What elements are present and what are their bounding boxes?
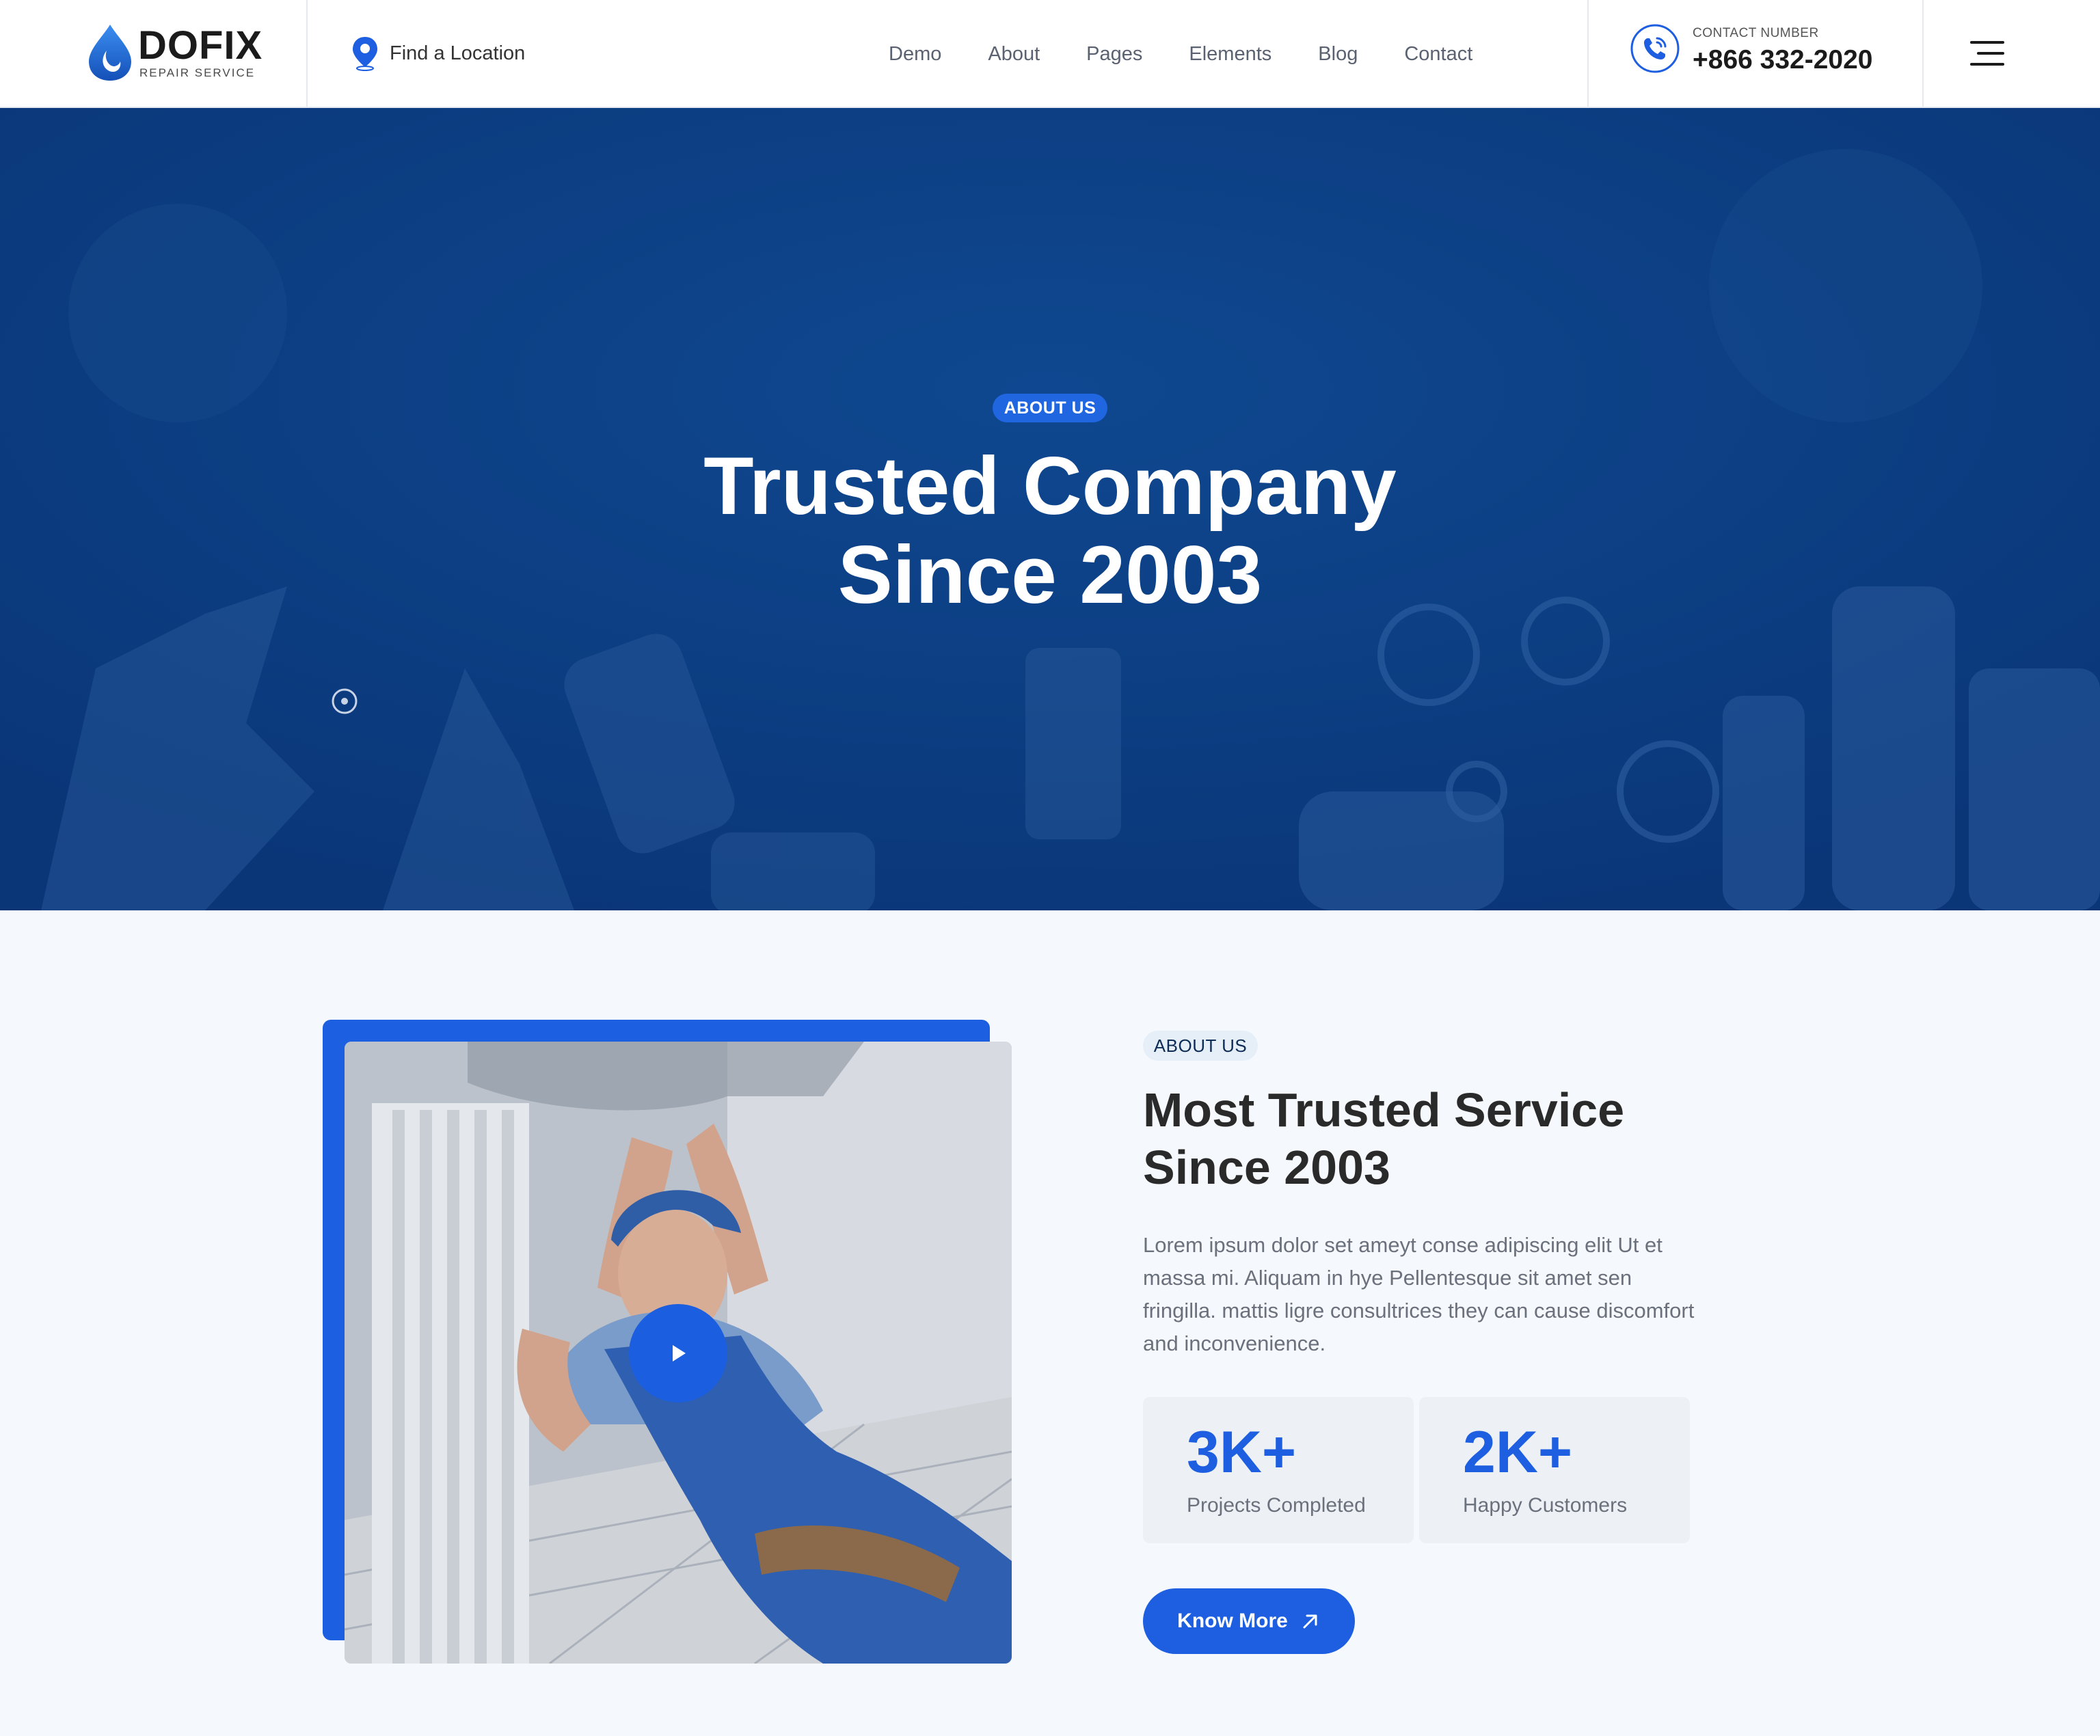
find-location-label: Find a Location — [390, 42, 526, 64]
about-section-tag: ABOUT US — [1143, 1031, 1258, 1061]
stat-label: Happy Customers — [1463, 1494, 1628, 1517]
nav-demo[interactable]: Demo — [889, 43, 941, 66]
hero-section-tag: ABOUT US — [993, 394, 1107, 422]
hero-title-line2: Since 2003 — [837, 529, 1263, 621]
contact-number-block[interactable]: CONTACT NUMBER +866 332-2020 — [1630, 21, 1903, 89]
hero-title-line1: Trusted Company — [703, 440, 1397, 532]
logo-tagline: REPAIR SERVICE — [139, 66, 256, 79]
water-drop-logo-icon — [89, 25, 131, 81]
logo[interactable]: DOFIX REPAIR SERVICE — [86, 23, 278, 85]
arrow-up-right-icon — [1303, 1614, 1317, 1629]
know-more-button[interactable]: Know More — [1143, 1588, 1355, 1654]
location-pin-icon — [353, 37, 377, 71]
header-divider — [1587, 0, 1589, 108]
about-title-line1: Most Trusted Service — [1143, 1083, 1625, 1137]
site-header: DOFIX REPAIR SERVICE Find a Location Dem… — [0, 0, 2100, 108]
play-video-button[interactable] — [629, 1304, 727, 1402]
about-description: Lorem ipsum dolor set ameyt conse adipis… — [1143, 1233, 1695, 1355]
about-title: Most Trusted Service Since 2003 — [1143, 1081, 1758, 1196]
nav-contact[interactable]: Contact — [1404, 43, 1472, 66]
about-title-line2: Since 2003 — [1143, 1141, 1390, 1194]
logo-name: DOFIX — [138, 23, 263, 68]
hero-banner: ABOUT US Trusted Company Since 2003 — [0, 108, 2100, 910]
phone-call-icon — [1630, 24, 1680, 73]
contact-phone-number[interactable]: +866 332-2020 — [1693, 45, 1873, 75]
hamburger-menu-icon[interactable] — [1970, 40, 2004, 67]
header-divider — [306, 0, 308, 108]
main-nav: Demo About Pages Elements Blog Contact — [889, 0, 1472, 108]
stat-card-projects: 3K+ Projects Completed — [1143, 1397, 1414, 1543]
hero-title: Trusted Company Since 2003 — [503, 442, 1597, 619]
nav-blog[interactable]: Blog — [1318, 43, 1358, 66]
nav-about[interactable]: About — [988, 43, 1040, 66]
know-more-label: Know More — [1177, 1610, 1288, 1632]
contact-label: CONTACT NUMBER — [1693, 26, 1819, 40]
find-location-link[interactable]: Find a Location — [350, 34, 525, 72]
stat-value: 3K+ — [1187, 1420, 1297, 1485]
nav-elements[interactable]: Elements — [1189, 43, 1271, 66]
stat-label: Projects Completed — [1187, 1494, 1366, 1517]
stat-card-customers: 2K+ Happy Customers — [1419, 1397, 1690, 1543]
stat-value: 2K+ — [1463, 1420, 1573, 1485]
play-icon — [673, 1345, 686, 1361]
target-dot-icon — [332, 688, 358, 714]
header-divider — [1922, 0, 1924, 108]
nav-pages[interactable]: Pages — [1086, 43, 1142, 66]
